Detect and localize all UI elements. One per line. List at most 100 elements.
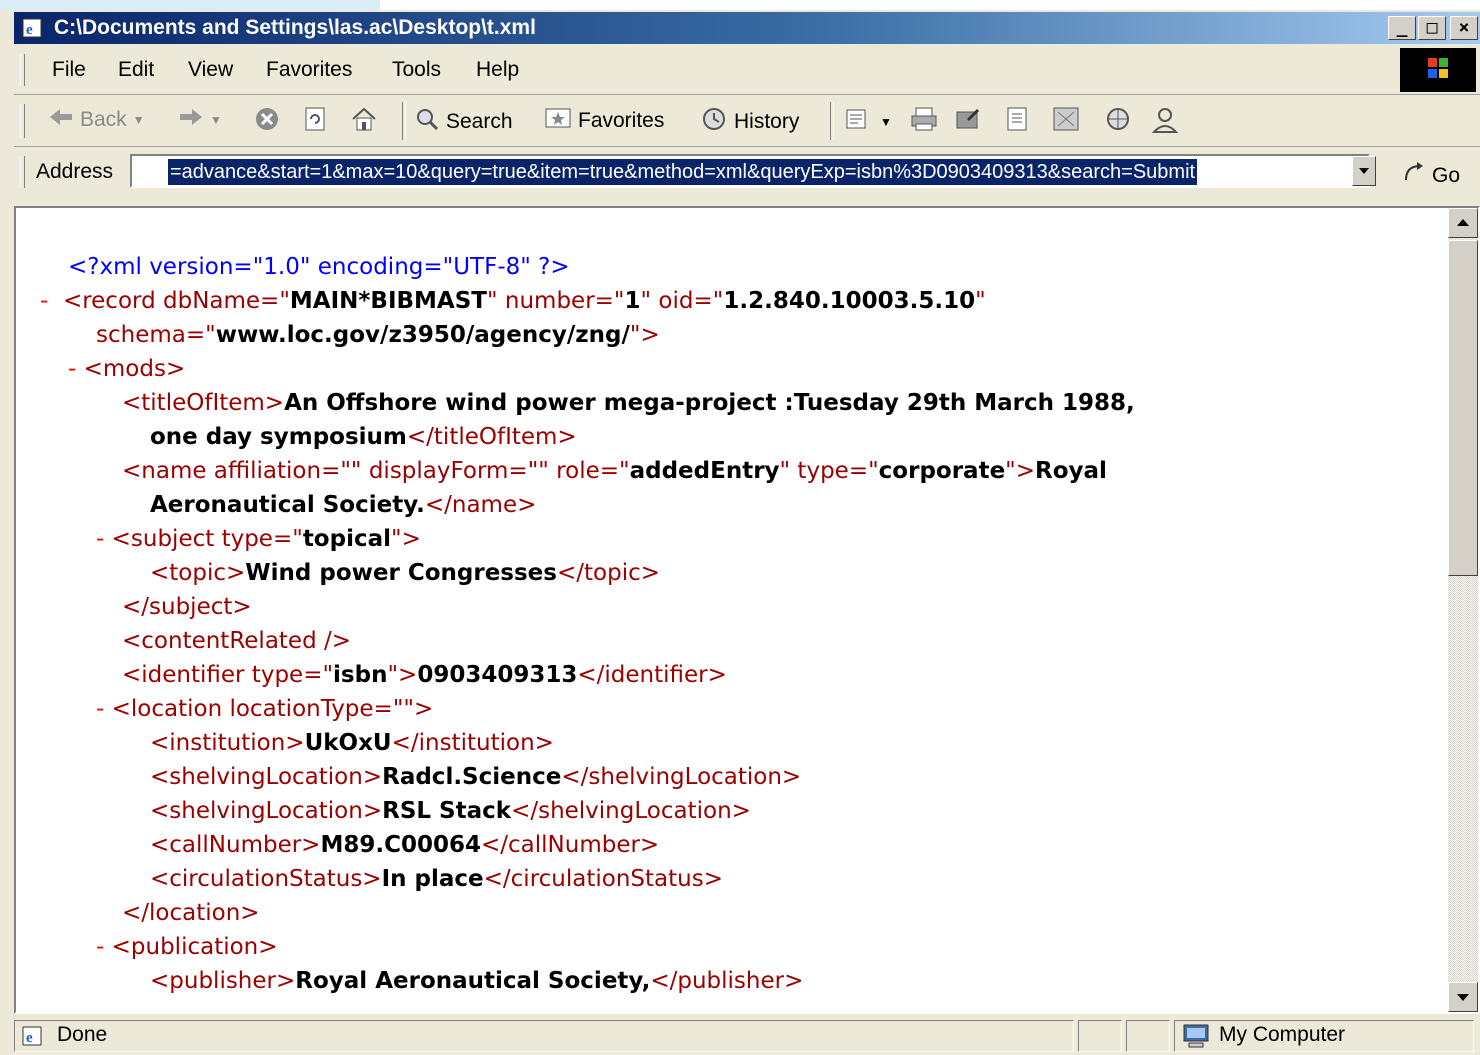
tag-end: "> [387,662,418,688]
record-schema-line: schema="www.loc.gov/z3950/agency/zng/"> [96,318,660,352]
collapse-mods-toggle[interactable]: - [68,356,76,382]
circulation-open-tag: <circulationStatus> [150,866,382,892]
standard-toolbar: Back ▼ ▼ Search Favorites History ▼ [14,96,1480,147]
location-close-line: </location> [122,896,260,930]
favorites-button[interactable]: Favorites [544,106,664,136]
identifier-open-tag: <identifier [122,662,245,688]
record-tag: <record [62,288,156,314]
attr-name: " number=" [487,288,625,314]
attr-name: type=" [214,526,303,552]
vertical-scrollbar[interactable] [1448,208,1478,1012]
user-button[interactable] [1150,106,1180,140]
titleofitem-close-tag: </titleOfItem> [406,424,577,450]
edit-icon [954,106,982,138]
address-dropdown-button[interactable] [1352,156,1376,186]
back-dropdown-icon[interactable]: ▼ [133,113,145,127]
print-button[interactable] [910,106,938,138]
shelving-open-tag: <shelvingLocation> [150,798,383,824]
xml-pi-text: <?xml version="1.0" encoding="UTF-8" ?> [68,254,570,280]
xml-content-pane[interactable]: <?xml version="1.0" encoding="UTF-8" ?> … [14,206,1480,1014]
topic-open-tag: <topic> [150,560,246,586]
history-button[interactable]: History [700,106,799,138]
close-button[interactable]: × [1450,16,1478,40]
scroll-thumb[interactable] [1448,240,1478,576]
title-text: An Offshore wind power mega-project :Tue… [284,390,1135,416]
address-grip[interactable] [20,156,25,188]
go-button[interactable]: Go [1402,160,1460,192]
name-line: <name affiliation="" displayForm="" role… [122,454,1107,488]
contentrelated-line: <contentRelated /> [122,624,351,658]
stop-icon [254,106,280,138]
attr-value: topical [302,526,391,552]
mail-dropdown-icon[interactable]: ▼ [880,115,892,129]
collapse-record-toggle[interactable]: - [40,288,48,314]
back-label: Back [80,108,127,131]
menu-tools[interactable]: Tools [392,58,441,82]
mail-button[interactable]: ▼ [844,106,892,138]
edit-button[interactable] [954,106,982,138]
go-arrow-icon [1402,160,1428,192]
mail-icon [844,106,874,138]
page-done-icon: e [21,1025,43,1051]
collapse-publication-toggle[interactable]: - [96,934,104,960]
status-pane-empty [1126,1020,1170,1052]
messenger-button[interactable] [1052,106,1080,138]
search-button[interactable]: Search [414,106,513,138]
menu-file[interactable]: File [52,58,86,82]
refresh-icon [302,106,328,138]
toolbar-separator [402,102,406,140]
chevron-down-icon [1359,168,1369,174]
scroll-down-button[interactable] [1448,982,1478,1012]
address-input[interactable]: =advance&start=1&max=10&query=true&item=… [130,154,1370,188]
institution-close-tag: </institution> [391,730,554,756]
collapse-subject-toggle[interactable]: - [96,526,104,552]
institution-open-tag: <institution> [150,730,305,756]
stop-button[interactable] [254,106,280,138]
subject-close-tag: </subject> [122,594,252,620]
favorites-label: Favorites [578,109,665,132]
attr-value: isbn [333,662,388,688]
shelving-location-line: <shelvingLocation>RSL Stack</shelvingLoc… [150,794,751,828]
search-icon [414,106,440,138]
my-computer-icon [1181,1023,1211,1053]
name-open-tag: <name [122,458,207,484]
minimize-button[interactable]: _ [1388,16,1416,40]
collapse-location-toggle[interactable]: - [96,696,104,722]
record-open-line: - <record dbName="MAIN*BIBMAST" number="… [40,284,986,318]
topic-line: <topic>Wind power Congresses</topic> [150,556,660,590]
menu-help[interactable]: Help [476,58,519,82]
attr-quote: " [975,288,986,314]
publisher-close-tag: </publisher> [650,968,804,994]
refresh-button[interactable] [302,106,328,138]
forward-dropdown-icon[interactable]: ▼ [210,113,222,127]
back-button[interactable]: Back ▼ [48,106,145,134]
forward-button[interactable]: ▼ [178,106,222,134]
menu-view[interactable]: View [188,58,233,82]
attr-name: schema=" [96,322,216,348]
discuss-button[interactable] [1004,106,1030,138]
toolbar-grip[interactable] [20,104,25,138]
menu-favorites[interactable]: Favorites [266,58,352,82]
attr-name: type=" [244,662,334,688]
maximize-button[interactable]: □ [1418,16,1446,40]
publisher-line: <publisher>Royal Aeronautical Society,</… [150,964,803,998]
history-icon [700,106,728,138]
shelving-text: RSL Stack [382,798,512,824]
home-button[interactable] [350,106,378,138]
address-url[interactable]: =advance&start=1&max=10&query=true&item=… [168,159,1198,185]
research-button[interactable] [1104,106,1132,138]
attr-name: " oid=" [640,288,724,314]
scroll-up-button[interactable] [1448,208,1478,238]
menu-bar: File Edit View Favorites Tools Help [14,46,1480,95]
xml-document: <?xml version="1.0" encoding="UTF-8" ?> … [16,208,1440,1012]
topic-text: Wind power Congresses [245,560,557,586]
location-open-tag: <location [111,696,223,722]
name-text: Royal [1035,458,1107,484]
publisher-text: Royal Aeronautical Society, [295,968,651,994]
menu-grip[interactable] [20,54,25,86]
menu-edit[interactable]: Edit [118,58,154,82]
tag-end: "> [391,526,421,552]
attr-name: role=" [548,458,630,484]
go-label: Go [1432,164,1461,187]
shelving-open-tag: <shelvingLocation> [150,764,383,790]
